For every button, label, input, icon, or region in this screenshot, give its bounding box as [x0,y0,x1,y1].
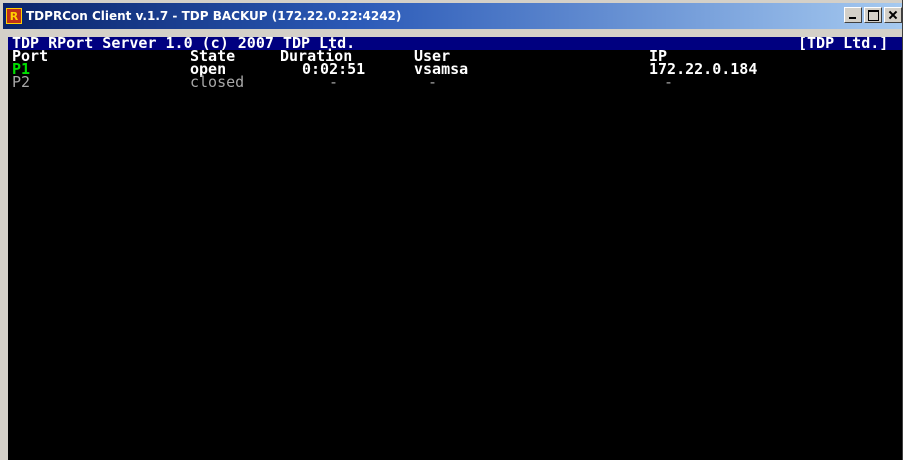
window-controls [842,7,902,23]
duration-cell: - [329,73,339,91]
user-cell: vsamsa [414,60,469,78]
port-cell: P2 [12,73,31,91]
table-row: P2 closed - - - [8,73,902,91]
ip-cell: - [664,73,674,91]
app-icon[interactable]: R [6,8,22,24]
state-cell: closed [190,73,245,91]
minimize-button[interactable] [844,7,862,23]
company-tag: [TDP Ltd.] [798,37,889,52]
console-header: TDP RPort Server 1.0 (c) 2007 TDP Ltd. [… [8,37,902,52]
user-cell: - [428,73,438,91]
close-button[interactable] [884,7,902,23]
maximize-button[interactable] [864,7,882,23]
console-window: R TDPRCon Client v.1.7 - TDP BACKUP (172… [0,0,903,460]
window-title: TDPRCon Client v.1.7 - TDP BACKUP (172.2… [26,9,402,23]
title-bar[interactable]: R TDPRCon Client v.1.7 - TDP BACKUP (172… [3,3,902,29]
table-row: P1 open 0:02:51 vsamsa 172.22.0.184 [8,60,902,78]
console-area[interactable]: TDP RPort Server 1.0 (c) 2007 TDP Ltd. [… [8,37,902,460]
